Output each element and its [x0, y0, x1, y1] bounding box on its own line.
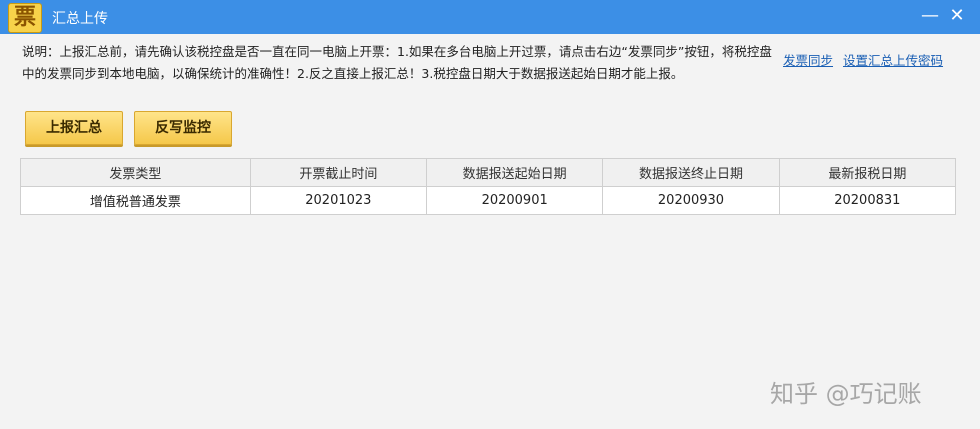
column-header-report-start: 数据报送起始日期 — [425, 158, 604, 187]
close-button[interactable]: ✕ — [946, 6, 968, 28]
report-summary-button[interactable]: 上报汇总 — [25, 111, 123, 145]
cell-report-end: 20200930 — [602, 186, 780, 215]
cell-issue-deadline: 20201023 — [249, 186, 428, 215]
cell-latest-tax-date: 20200831 — [778, 186, 957, 215]
column-header-issue-deadline: 开票截止时间 — [249, 158, 428, 187]
table-header-row: 发票类型 开票截止时间 数据报送起始日期 数据报送终止日期 最新报税日期 — [20, 158, 957, 187]
title-bar: 票 汇总上传 — ✕ — [0, 0, 980, 34]
column-header-invoice-type: 发票类型 — [20, 158, 251, 187]
table-row[interactable]: 增值税普通发票 20201023 20200901 20200930 20200… — [20, 186, 957, 215]
window-title: 汇总上传 — [52, 11, 108, 27]
instructions-text: 说明：上报汇总前，请先确认该税控盘是否一直在同一电脑上开票：1.如果在多台电脑上… — [22, 44, 772, 81]
minimize-button[interactable]: — — [919, 6, 941, 28]
writeback-monitor-button[interactable]: 反写监控 — [134, 111, 232, 145]
cell-report-start: 20200901 — [425, 186, 604, 215]
invoice-sync-link[interactable]: 发票同步 — [783, 53, 833, 68]
cell-invoice-type: 增值税普通发票 — [20, 186, 251, 215]
invoice-summary-table: 发票类型 开票截止时间 数据报送起始日期 数据报送终止日期 最新报税日期 增值税… — [20, 158, 957, 215]
set-upload-password-link[interactable]: 设置汇总上传密码 — [843, 53, 943, 68]
watermark: 知乎 @巧记账 — [770, 380, 922, 408]
column-header-latest-tax-date: 最新报税日期 — [778, 158, 957, 187]
header-links: 发票同步 设置汇总上传密码 — [783, 50, 949, 69]
invoice-app-icon: 票 — [8, 3, 42, 33]
column-header-report-end: 数据报送终止日期 — [602, 158, 780, 187]
